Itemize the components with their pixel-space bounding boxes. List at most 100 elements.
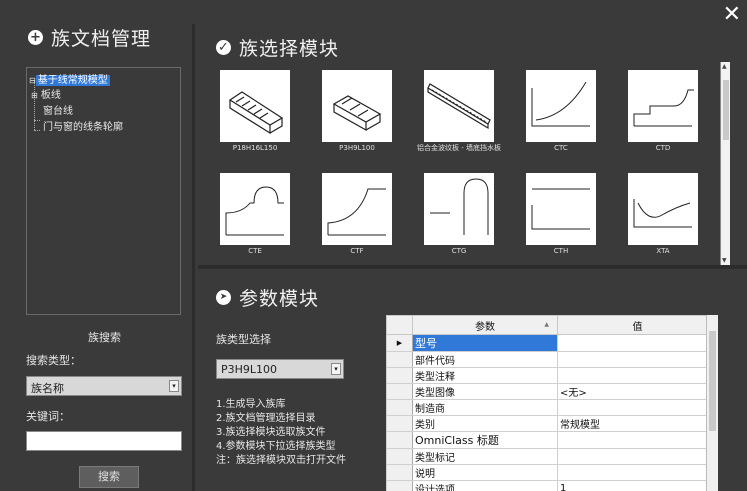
col-header-label: 参数 (475, 321, 495, 333)
param-cell[interactable]: 类型标记 (412, 448, 558, 465)
keyword-input[interactable] (26, 431, 182, 451)
tree-item-root[interactable]: ⊟ 基于线常规模型 (29, 71, 110, 86)
col-header-value[interactable]: 值 (557, 315, 718, 335)
family-thumb[interactable]: XTA (628, 173, 698, 255)
family-type-select[interactable]: P3H9L100 ▾ (216, 359, 344, 379)
row-header (386, 431, 413, 449)
family-thumb[interactable]: P3H9L100 (322, 70, 392, 152)
scroll-thumb[interactable] (709, 331, 716, 431)
value-cell[interactable] (557, 431, 718, 449)
table-row[interactable]: 部件代码 (386, 351, 718, 368)
row-header (386, 480, 413, 491)
tree-item-label: 板线 (40, 90, 61, 101)
thumbnail-scrollbar[interactable]: ▲ ▼ (720, 62, 730, 265)
search-type-select[interactable]: 族名称 ▾ (26, 376, 182, 396)
family-type-value: P3H9L100 (221, 363, 278, 376)
current-row-icon: ▶ (386, 334, 413, 352)
table-row[interactable]: 类型标记 (386, 448, 718, 465)
params-grid[interactable]: 参数 ▲ 值 ▶ 型号 部件代码 类型注释 类型图像 <无> 制造商 类别 常规模型 O… (386, 315, 718, 491)
family-thumb[interactable]: CTD (628, 70, 698, 152)
tree-guide-line (34, 120, 40, 121)
thumb-caption: 铝合金波纹板 - 墙底挡水板 (417, 144, 501, 152)
thumb-caption: XTA (656, 247, 670, 255)
family-doc-header: + 族文档管理 (28, 24, 190, 51)
family-tree[interactable]: ⊟ 基于线常规模型 ⊞ 板线 窗台线 门与窗的线条轮廓 (26, 67, 181, 315)
profile-step-icon (628, 70, 698, 142)
row-header (386, 448, 413, 465)
instruction-line: 注：族选择模块双击打开文件 (216, 455, 346, 466)
value-cell[interactable] (557, 351, 718, 368)
thumb-caption: CTH (553, 247, 569, 255)
table-row[interactable]: 类型注释 (386, 367, 718, 384)
value-cell[interactable] (557, 399, 718, 416)
search-type-value: 族名称 (31, 382, 64, 395)
instruction-line: 4.参数模块下拉选择族类型 (216, 441, 336, 452)
row-header (386, 367, 413, 384)
col-header-param[interactable]: 参数 ▲ (412, 315, 558, 335)
profile-arc-icon (526, 70, 596, 142)
table-row[interactable]: OmniClass 标题 (386, 431, 718, 449)
tree-item-label: 窗台线 (43, 106, 73, 117)
instruction-line: 1.生成导入族库 (216, 399, 286, 410)
value-cell[interactable]: 1 (557, 480, 718, 491)
param-cell[interactable]: OmniClass 标题 (412, 431, 558, 449)
param-cell[interactable]: 类型图像 (412, 383, 558, 400)
thumb-caption: CTE (248, 247, 262, 255)
scroll-down-icon[interactable]: ▼ (722, 257, 727, 264)
expand-icon[interactable]: ⊞ (31, 91, 38, 100)
scroll-thumb[interactable] (723, 80, 729, 140)
tree-item-board-line[interactable]: ⊞ 板线 (31, 86, 61, 101)
family-select-header: ✓ 族选择模块 (216, 34, 339, 61)
family-select-title: 族选择模块 (239, 38, 340, 60)
table-row[interactable]: 制造商 (386, 399, 718, 416)
scroll-up-icon[interactable]: ▲ (722, 63, 727, 70)
param-cell[interactable]: 设计选项 (412, 480, 558, 491)
family-thumb[interactable]: 铝合金波纹板 - 墙底挡水板 (417, 70, 501, 152)
param-cell[interactable]: 类型注释 (412, 367, 558, 384)
row-header (386, 399, 413, 416)
tree-item-door-window-profile[interactable]: 门与窗的线条轮廓 (43, 118, 123, 133)
thumb-caption: P18H16L150 (232, 144, 278, 152)
tree-item-sill-line[interactable]: 窗台线 (43, 102, 73, 117)
close-icon[interactable]: ✕ (723, 2, 741, 27)
family-type-label: 族类型选择 (216, 333, 271, 346)
param-cell[interactable]: 说明 (412, 464, 558, 481)
param-cell[interactable]: 制造商 (412, 399, 558, 416)
param-cell[interactable]: 部件代码 (412, 351, 558, 368)
table-row[interactable]: 说明 (386, 464, 718, 481)
family-search-title: 族搜索 (88, 331, 121, 344)
family-thumb[interactable]: CTH (526, 173, 596, 255)
table-row[interactable]: 类别 常规模型 (386, 415, 718, 432)
value-cell[interactable] (557, 334, 718, 352)
dropdown-arrow-icon[interactable]: ▾ (331, 363, 341, 375)
family-thumb[interactable]: CTF (322, 173, 392, 255)
value-cell[interactable] (557, 464, 718, 481)
check-circle-icon: ✓ (216, 40, 231, 55)
instruction-line: 3.族选择模块选取族文件 (216, 427, 326, 438)
value-cell[interactable] (557, 367, 718, 384)
grid-scrollbar[interactable] (706, 315, 718, 491)
param-cell[interactable]: 类别 (412, 415, 558, 432)
family-thumb[interactable]: CTG (424, 173, 494, 255)
family-thumb[interactable]: CTE (220, 173, 290, 255)
vertical-divider (192, 24, 195, 491)
value-cell[interactable]: 常规模型 (557, 415, 718, 432)
thumb-caption: CTC (554, 144, 568, 152)
profile-cove-icon (322, 173, 392, 245)
instruction-line: 2.族文档管理选择目录 (216, 413, 316, 424)
table-row[interactable]: ▶ 型号 (386, 334, 718, 352)
family-thumb[interactable]: CTC (526, 70, 596, 152)
tree-item-label: 基于线常规模型 (35, 75, 110, 86)
search-button[interactable]: 搜索 (79, 466, 139, 488)
dropdown-arrow-icon[interactable]: ▾ (169, 380, 179, 392)
family-thumb[interactable]: P18H16L150 (220, 70, 290, 152)
value-cell[interactable] (557, 448, 718, 465)
collapse-icon[interactable]: ⊟ (29, 76, 36, 85)
table-row[interactable]: 设计选项 1 (386, 480, 718, 491)
grid-header: 参数 ▲ 值 (386, 315, 718, 335)
value-cell[interactable]: <无> (557, 383, 718, 400)
tree-guide-line (34, 130, 40, 131)
table-row[interactable]: 类型图像 <无> (386, 383, 718, 400)
param-cell[interactable]: 型号 (412, 334, 558, 352)
row-header (386, 383, 413, 400)
